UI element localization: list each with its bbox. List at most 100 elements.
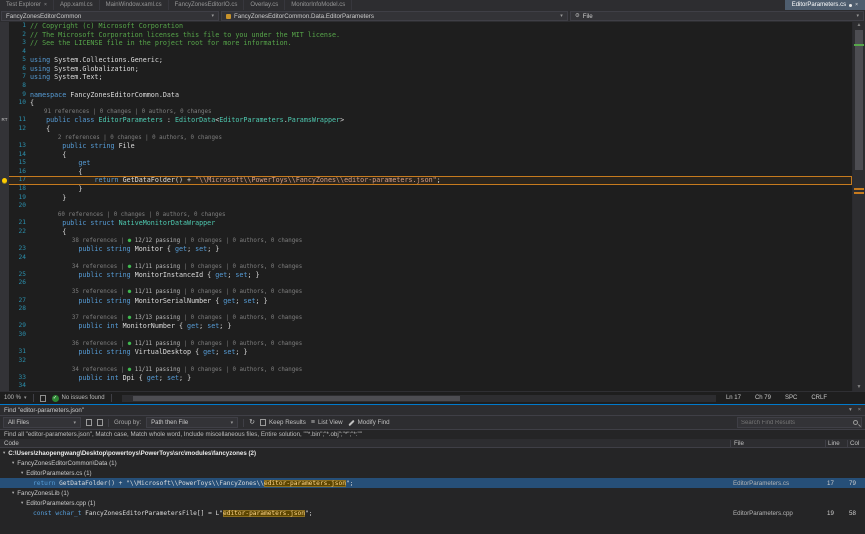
zoom-dropdown[interactable]: 100 % ▾	[4, 395, 27, 401]
find-result-group-row[interactable]: ▾FancyZonesEditorCommon\Data (1)	[0, 458, 865, 468]
codelens-row[interactable]: 34 references | ● 11/11 passing | 0 chan…	[0, 262, 852, 271]
codelens-row[interactable]: 37 references | ● 13/13 passing | 0 chan…	[0, 314, 852, 323]
code-line[interactable]: 2// The Microsoft Corporation licenses t…	[0, 31, 852, 40]
code-editor[interactable]: 1// Copyright (c) Microsoft Corporation2…	[0, 22, 865, 391]
codelens-row[interactable]: 2 references | 0 changes | 0 authors, 0 …	[0, 134, 852, 143]
codelens-row[interactable]: 91 references | 0 changes | 0 authors, 0…	[0, 108, 852, 117]
scroll-down-arrow-icon[interactable]: ▼	[853, 384, 865, 391]
code-line[interactable]: 23 public string Monitor { get; set; }	[0, 245, 852, 254]
code-line[interactable]: 25 public string MonitorInstanceId { get…	[0, 271, 852, 280]
code-line[interactable]: 13 public string File	[0, 142, 852, 151]
code-text: public string Monitor { get; set; }	[30, 245, 852, 254]
code-line[interactable]: 5using System.Collections.Generic;	[0, 56, 852, 65]
group-by-dropdown[interactable]: Path then File ▾	[146, 417, 238, 428]
code-line[interactable]: RT11 public class EditorParameters : Edi…	[0, 116, 852, 125]
modify-find-label: Modify Find	[358, 419, 390, 426]
code-line[interactable]: 27 public string MonitorSerialNumber { g…	[0, 297, 852, 306]
find-result-match-row[interactable]: return GetDataFolder() + "\\Microsoft\\P…	[0, 478, 865, 488]
code-text: // Copyright (c) Microsoft Corporation	[30, 22, 852, 31]
code-line[interactable]: 33 public int Dpi { get; set; }	[0, 374, 852, 383]
expander-icon[interactable]: ▾	[12, 460, 14, 466]
editor-vertical-scrollbar[interactable]: ▲ ▼	[852, 22, 865, 391]
code-line[interactable]: 1// Copyright (c) Microsoft Corporation	[0, 22, 852, 31]
code-line[interactable]: 29 public int MonitorNumber { get; set; …	[0, 322, 852, 331]
expander-icon[interactable]: ▾	[12, 490, 14, 496]
find-result-group-row[interactable]: ▾EditorParameters.cs (1)	[0, 468, 865, 478]
find-results-title-bar[interactable]: Find "editor-parameters.json" ▾ ×	[0, 405, 865, 415]
find-result-group-row[interactable]: ▾EditorParameters.cpp (1)	[0, 498, 865, 508]
tab-mainwindow-xaml-cs[interactable]: MainWindow.xaml.cs	[100, 0, 169, 10]
code-line[interactable]: 19 }	[0, 194, 852, 203]
code-line[interactable]: 15 get	[0, 159, 852, 168]
code-line[interactable]: 34	[0, 382, 852, 391]
modify-find-button[interactable]: Modify Find	[348, 419, 390, 426]
keep-results-button[interactable]: Keep Results	[260, 419, 306, 426]
find-result-group-row[interactable]: ▾FancyZonesLib (1)	[0, 488, 865, 498]
tab-fancyzoneseditorio-cs[interactable]: FancyZonesEditorIO.cs	[169, 0, 245, 10]
scrollbar-thumb[interactable]	[855, 30, 863, 170]
lightbulb-icon[interactable]	[2, 178, 7, 183]
code-line[interactable]: 17 return GetDataFolder() + "\\Microsoft…	[0, 176, 852, 185]
project-dropdown[interactable]: FancyZonesEditorCommon ▾	[1, 11, 219, 21]
scroll-annotation-mark	[854, 192, 864, 194]
codelens-row[interactable]: 36 references | ● 11/11 passing | 0 chan…	[0, 339, 852, 348]
codelens-row[interactable]: 38 references | ● 12/12 passing | 0 chan…	[0, 236, 852, 245]
document-health-indicator[interactable]: ✓ No issues found	[52, 395, 105, 402]
code-line[interactable]: 9namespace FancyZonesEditorCommon.Data	[0, 91, 852, 100]
find-result-match-row[interactable]: const wchar_t FancyZonesEditorParameters…	[0, 508, 865, 518]
column-header-code[interactable]: Code	[0, 440, 730, 447]
search-icon[interactable]	[853, 420, 858, 425]
space-mode-indicator[interactable]: SPC	[785, 395, 797, 401]
expander-icon[interactable]: ▾	[3, 450, 5, 456]
code-line[interactable]: 8	[0, 82, 852, 91]
code-line[interactable]: 14 {	[0, 151, 852, 160]
scope-dropdown[interactable]: All Files ▾	[3, 417, 81, 428]
tab-monitorinfomodel-cs[interactable]: MonitorInfoModel.cs	[285, 0, 352, 10]
code-line[interactable]: 3// See the LICENSE file in the project …	[0, 39, 852, 48]
document-icon[interactable]	[40, 395, 46, 402]
code-line[interactable]: 31 public string VirtualDesktop { get; s…	[0, 348, 852, 357]
close-icon[interactable]: ×	[858, 407, 861, 413]
result-file-cell: EditorParameters.cs	[730, 480, 825, 487]
code-line[interactable]: 21 public struct NativeMonitorDataWrappe…	[0, 219, 852, 228]
find-results-title: Find "editor-parameters.json"	[4, 407, 84, 414]
column-header-file[interactable]: File	[730, 440, 825, 447]
code-line[interactable]: 18 }	[0, 185, 852, 194]
column-header-line[interactable]: Line	[825, 440, 847, 447]
close-icon[interactable]: ×	[855, 2, 858, 8]
scrollbar-thumb[interactable]	[133, 396, 460, 401]
column-header-col[interactable]: Col	[847, 440, 865, 447]
window-position-icon[interactable]: ▾	[849, 407, 852, 413]
export-results-icon[interactable]	[97, 419, 103, 426]
line-number: 17	[9, 176, 30, 185]
code-line[interactable]: 16 {	[0, 168, 852, 177]
codelens-row[interactable]: 35 references | ● 11/11 passing | 0 chan…	[0, 288, 852, 297]
glyph-margin	[0, 194, 9, 203]
list-view-button[interactable]: ≡ List View	[311, 419, 343, 427]
glyph-margin	[0, 151, 9, 160]
glyph-margin	[0, 22, 9, 31]
expander-icon[interactable]: ▾	[21, 470, 23, 476]
code-line[interactable]: 4	[0, 48, 852, 57]
editor-horizontal-scrollbar[interactable]	[122, 395, 716, 402]
close-icon[interactable]: ×	[44, 2, 47, 8]
column-indicator[interactable]: Ch 79	[755, 395, 771, 401]
tab-app-xaml-cs[interactable]: App.xaml.cs	[54, 0, 100, 10]
line-indicator[interactable]: Ln 17	[726, 395, 741, 401]
tab-overlay-cs[interactable]: Overlay.cs	[244, 0, 285, 10]
search-find-results-input[interactable]	[741, 420, 851, 426]
refresh-icon[interactable]: ↻	[249, 418, 255, 428]
scroll-up-arrow-icon[interactable]: ▲	[853, 22, 865, 29]
tab-test-explorer[interactable]: Test Explorer×	[0, 0, 54, 10]
codelens-row[interactable]: 60 references | 0 changes | 0 authors, 0…	[0, 211, 852, 220]
member-dropdown[interactable]: ⚙ File ▾	[570, 11, 864, 21]
copy-results-icon[interactable]	[86, 419, 92, 426]
code-line[interactable]: 6using System.Globalization;	[0, 65, 852, 74]
line-ending-indicator[interactable]: CRLF	[811, 395, 827, 401]
tab-editorparameters-cs[interactable]: EditorParameters.cs ×	[785, 0, 865, 10]
type-dropdown[interactable]: FancyZonesEditorCommon.Data.EditorParame…	[221, 11, 568, 21]
codelens-row[interactable]: 34 references | ● 11/11 passing | 0 chan…	[0, 365, 852, 374]
code-line[interactable]: 7using System.Text;	[0, 73, 852, 82]
expander-icon[interactable]: ▾	[21, 500, 23, 506]
find-result-group-row[interactable]: ▾C:\Users\zhaopengwang\Desktop\powertoys…	[0, 448, 865, 458]
